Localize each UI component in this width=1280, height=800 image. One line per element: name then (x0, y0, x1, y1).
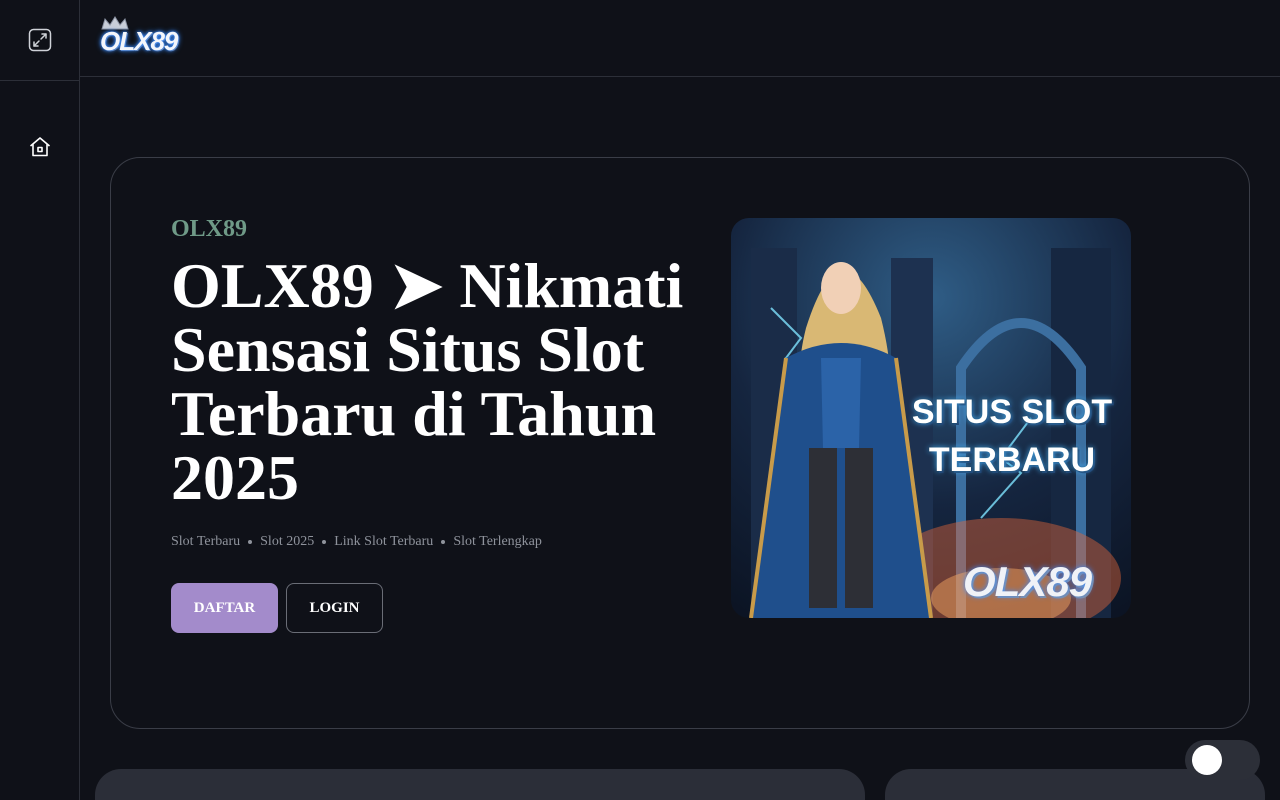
top-bar: OLX89 (80, 0, 1280, 77)
hero-actions: DAFTAR LOGIN (171, 583, 383, 633)
theme-toggle[interactable] (1185, 740, 1260, 780)
toggle-knob (1192, 745, 1222, 775)
page-title: OLX89 ➤ Nikmati Sensasi Situs Slot Terba… (171, 250, 684, 513)
hero-image-logo: OLX89 (963, 558, 1092, 605)
content-card (95, 769, 865, 800)
login-button[interactable]: LOGIN (286, 583, 383, 633)
sidebar-nav (0, 81, 79, 161)
sidebar-item-home[interactable] (26, 133, 54, 161)
tag-item: Link Slot Terbaru (334, 534, 434, 549)
hero-section: OLX89 OLX89 ➤ Nikmati Sensasi Situs Slot… (110, 157, 1250, 729)
expand-icon (28, 28, 51, 52)
sidebar-header (0, 0, 79, 81)
tag-item: Slot Terbaru (171, 534, 241, 549)
brand-logo-text: OLX89 (100, 26, 178, 56)
tag-separator (441, 540, 446, 544)
expand-button[interactable] (26, 26, 54, 54)
sidebar (0, 0, 80, 800)
hero-image: SITUS SLOT TERBARU OLX89 (731, 218, 1131, 618)
tag-item: Slot 2025 (260, 534, 315, 549)
hero-image-caption: SITUS SLOT TERBARU (899, 388, 1125, 484)
tag-item: Slot Terlengkap (453, 534, 542, 549)
caption-line: TERBARU (928, 441, 1096, 479)
tag-separator (322, 540, 327, 544)
tag-list: Slot Terbaru Slot 2025 Link Slot Terbaru… (171, 534, 542, 550)
caption-line: SITUS SLOT (911, 393, 1113, 431)
home-icon (29, 137, 50, 157)
hero-eyebrow: OLX89 (171, 216, 248, 242)
register-button[interactable]: DAFTAR (171, 583, 278, 633)
tag-separator (248, 540, 253, 544)
brand-logo[interactable]: OLX89 (96, 14, 192, 62)
